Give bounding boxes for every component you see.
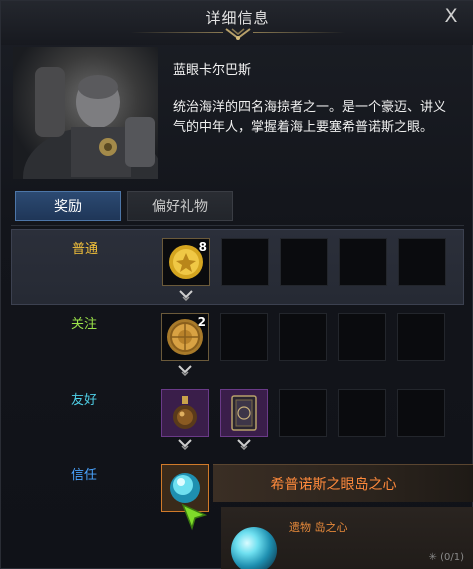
chevron-down-icon [178, 439, 192, 450]
tab-preferred-gifts-label: 偏好礼物 [152, 199, 208, 215]
tier-row-attention: 关注 2 [11, 305, 464, 381]
reward-slot-empty [397, 389, 445, 437]
tooltip-header: 希普诺斯之眼岛之心 [213, 464, 473, 502]
character-name: 蓝眼卡尔巴斯 [173, 63, 252, 78]
reward-slot-empty [397, 313, 445, 361]
panel-header: 详细信息 X [1, 1, 473, 45]
tab-preferred-gifts[interactable]: 偏好礼物 [127, 191, 233, 221]
tier-label: 信任 [71, 468, 98, 483]
chevron-down-icon [237, 439, 251, 450]
detail-panel: 详细信息 X 蓝眼卡尔巴斯 统治海洋的四名海掠者之一。是一个豪迈、讲义气的中年人… [0, 0, 473, 569]
close-button[interactable]: X [438, 3, 464, 29]
reward-slot-empty [339, 238, 387, 286]
chevron-down-icon [179, 290, 193, 301]
cursor-arrow-icon [181, 503, 208, 531]
ornament-icon [225, 28, 251, 40]
tier-row-friendly: 友好 [11, 381, 464, 457]
corner-indicator: ✳ (0/1) [428, 552, 464, 563]
header-divider-right [253, 32, 345, 33]
tab-rewards-label: 奖励 [54, 199, 82, 215]
reward-slot-empty [338, 313, 386, 361]
reward-slot-empty [338, 389, 386, 437]
character-portrait [13, 47, 158, 179]
reward-slot-empty [221, 238, 269, 286]
reward-slot[interactable]: 8 [162, 238, 210, 286]
tier-row-normal: 普通 8 [11, 229, 464, 305]
reward-slot-empty [279, 313, 327, 361]
close-icon: X [444, 5, 458, 27]
header-divider-left [131, 32, 223, 33]
slot-count: 8 [198, 240, 207, 254]
reward-slot[interactable] [220, 389, 268, 437]
chevron-down-icon [178, 365, 192, 376]
reward-slot-empty [279, 389, 327, 437]
reward-slot-empty [280, 238, 328, 286]
slot-count: 2 [197, 315, 206, 329]
reward-slot-empty [398, 238, 446, 286]
tier-label: 友好 [71, 393, 98, 408]
reward-slot[interactable] [161, 389, 209, 437]
tooltip-title: 希普诺斯之眼岛之心 [270, 476, 397, 493]
tier-label: 普通 [72, 242, 99, 257]
tier-label: 关注 [71, 317, 98, 332]
island-orb-icon [231, 527, 277, 569]
card-icon [231, 395, 257, 431]
tabs-divider [11, 225, 464, 226]
reward-slot[interactable]: 2 [161, 313, 209, 361]
character-description: 统治海洋的四名海掠者之一。是一个豪迈、讲义气的中年人，掌握着海上要塞希普诺斯之眼… [173, 100, 447, 135]
reward-slot-empty [220, 313, 268, 361]
tooltip-subtitle: 遗物 岛之心 [289, 521, 348, 534]
tab-rewards[interactable]: 奖励 [15, 191, 121, 221]
potion-flask-icon [173, 396, 197, 429]
